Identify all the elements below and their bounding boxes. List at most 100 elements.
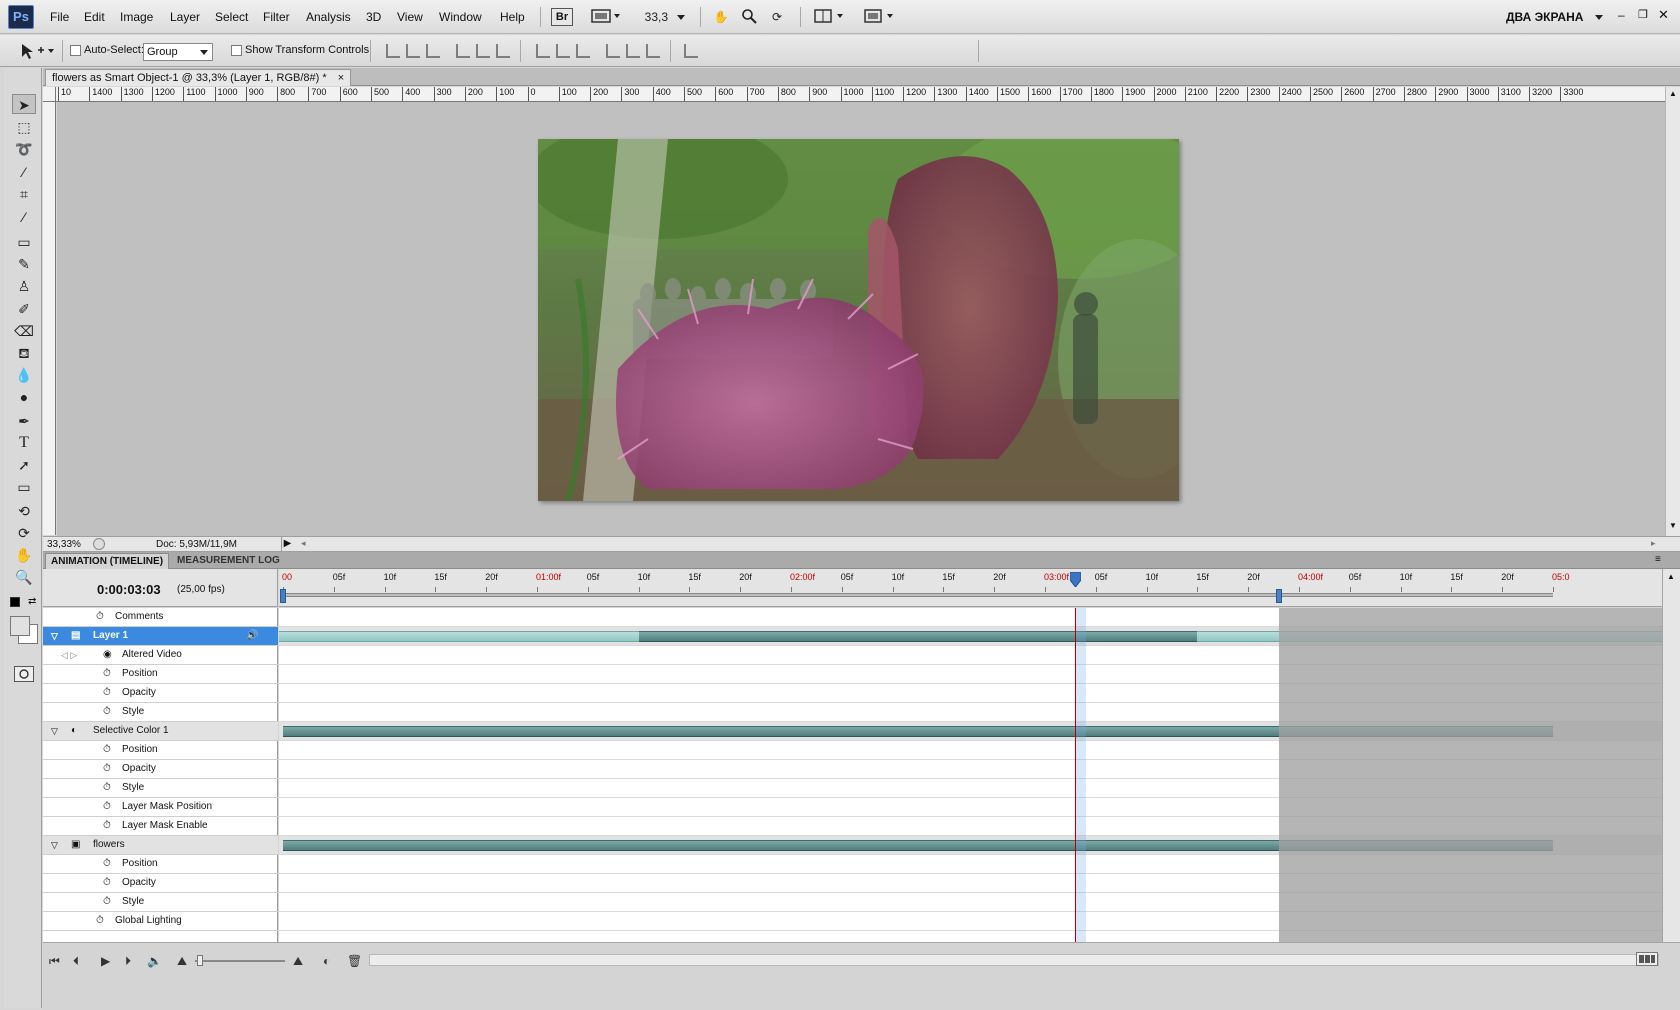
stopwatch-icon[interactable]: ⏱ bbox=[103, 798, 111, 816]
previous-frame-icon[interactable]: ⏴ bbox=[73, 954, 79, 969]
timeline-property-row[interactable]: ◁ ▷ ◉ Altered Video bbox=[43, 646, 278, 665]
dodge-tool[interactable]: ● bbox=[12, 387, 36, 407]
audio-toggle-icon[interactable]: 🔈 bbox=[147, 954, 162, 968]
pen-tool[interactable]: ✒ bbox=[12, 411, 36, 431]
stopwatch-icon[interactable]: ⏱ bbox=[103, 817, 111, 835]
timeline-property-row[interactable]: ⏱ Style bbox=[43, 703, 278, 722]
tab-measurement-log[interactable]: MEASUREMENT LOG bbox=[172, 553, 285, 569]
document-tab[interactable]: flowers as Smart Object-1 @ 33,3% (Layer… bbox=[45, 69, 352, 86]
vertical-ruler[interactable] bbox=[43, 102, 56, 535]
timeline-layer-row[interactable]: ▽ ◐ Selective Color 1 bbox=[43, 722, 278, 741]
zoom-level-dropdown[interactable]: 33,3 bbox=[640, 7, 690, 27]
next-frame-icon[interactable]: ⏵ bbox=[125, 954, 131, 969]
lasso-tool[interactable]: ➰ bbox=[12, 139, 36, 159]
distribute-bottom-icon[interactable] bbox=[576, 44, 590, 58]
stopwatch-icon[interactable]: ⏱ bbox=[103, 874, 111, 892]
path-select-tool[interactable]: ➚ bbox=[12, 455, 36, 475]
distribute-left-icon[interactable] bbox=[606, 44, 620, 58]
canvas-vertical-scrollbar[interactable]: ▲ ▼ bbox=[1665, 87, 1680, 536]
timeline-zoom-slider[interactable] bbox=[195, 960, 285, 962]
menu-image[interactable]: Image bbox=[120, 10, 153, 24]
paint-bucket-tool[interactable]: ⛾ bbox=[12, 343, 36, 363]
timeline-vertical-scrollbar[interactable]: ▲ bbox=[1662, 569, 1680, 942]
menu-layer[interactable]: Layer bbox=[170, 10, 200, 24]
go-to-first-frame-icon[interactable]: ⏮ bbox=[49, 954, 60, 969]
convert-to-frame-animation-button[interactable] bbox=[1636, 952, 1658, 966]
auto-select-dropdown[interactable]: Group bbox=[143, 43, 213, 61]
menu-help[interactable]: Help bbox=[500, 10, 525, 24]
stopwatch-icon[interactable]: ⏱ bbox=[96, 608, 104, 626]
zoom-preview-icon[interactable] bbox=[93, 538, 105, 550]
zoom-status-field[interactable]: 33,33% bbox=[47, 539, 81, 550]
quick-select-tool[interactable]: ⁄ bbox=[12, 162, 36, 182]
hand-tool-button[interactable]: ✋ bbox=[710, 7, 732, 27]
screen-mode-button[interactable] bbox=[860, 7, 900, 27]
minimize-button[interactable]: – bbox=[1618, 8, 1625, 22]
menu-3d[interactable]: 3D bbox=[366, 10, 381, 24]
menu-select[interactable]: Select bbox=[215, 10, 248, 24]
stopwatch-icon[interactable]: ⏱ bbox=[96, 912, 104, 930]
timeline-property-row[interactable]: ⏱ Position bbox=[43, 855, 278, 874]
timeline-property-row[interactable]: ⏱ Opacity bbox=[43, 684, 278, 703]
timeline-property-row[interactable]: ⏱ Style bbox=[43, 779, 278, 798]
current-time-indicator[interactable] bbox=[1069, 571, 1082, 588]
layer-duration-bar[interactable] bbox=[638, 631, 1198, 642]
rotate-view-button[interactable]: ⟳ bbox=[766, 7, 788, 27]
stopwatch-icon[interactable]: ⏱ bbox=[103, 893, 111, 911]
scroll-up-icon[interactable]: ▲ bbox=[1669, 89, 1677, 98]
timeline-property-row[interactable]: ⏱ Opacity bbox=[43, 874, 278, 893]
stopwatch-icon[interactable]: ⏱ bbox=[103, 665, 111, 683]
current-timecode[interactable]: 0:00:03:03 bbox=[97, 582, 161, 597]
scroll-down-icon[interactable]: ▼ bbox=[1669, 521, 1677, 530]
eye-icon[interactable]: ◉ bbox=[103, 646, 112, 664]
time-ruler[interactable]: 00 05f 10f 15f 20f 01:00f 05f 10f 15f 20f 02:00f 05… bbox=[279, 569, 1662, 607]
align-hcenter-icon[interactable] bbox=[476, 44, 490, 58]
disclosure-triangle-icon[interactable]: ▽ bbox=[51, 722, 58, 740]
distribute-vcenter-icon[interactable] bbox=[556, 44, 570, 58]
play-icon[interactable]: ▶ bbox=[101, 954, 110, 968]
timeline-property-row[interactable]: ⏱ Layer Mask Position bbox=[43, 798, 278, 817]
panel-menu-icon[interactable]: ≡ bbox=[1655, 554, 1661, 565]
distribute-hcenter-icon[interactable] bbox=[626, 44, 640, 58]
disclosure-triangle-icon[interactable]: ▽ bbox=[51, 627, 58, 645]
menu-view[interactable]: View bbox=[397, 10, 423, 24]
clone-stamp-tool[interactable]: ♙ bbox=[12, 276, 36, 296]
tab-animation-timeline[interactable]: ANIMATION (TIMELINE) bbox=[45, 553, 170, 569]
timeline-property-row[interactable]: ⏱ Opacity bbox=[43, 760, 278, 779]
menu-filter[interactable]: Filter bbox=[263, 10, 290, 24]
stopwatch-icon[interactable]: ⏱ bbox=[103, 684, 111, 702]
align-vcenter-icon[interactable] bbox=[406, 44, 420, 58]
default-colors-icon[interactable] bbox=[10, 597, 20, 607]
zoom-in-timeline-icon[interactable]: ⛰ bbox=[293, 954, 303, 969]
zoom-tool[interactable]: 🔍 bbox=[12, 567, 36, 587]
timeline-property-row[interactable]: ⏱ Comments bbox=[43, 608, 278, 627]
mini-bridge-button[interactable] bbox=[588, 7, 624, 27]
align-top-icon[interactable] bbox=[386, 44, 400, 58]
hand-tool[interactable]: ✋ bbox=[12, 545, 36, 565]
scroll-left-icon[interactable]: ◂ bbox=[301, 538, 306, 549]
canvas-area[interactable] bbox=[57, 102, 1665, 536]
history-brush-tool[interactable]: ✐ bbox=[12, 299, 36, 319]
3d-rotate-tool[interactable]: ⟲ bbox=[12, 501, 36, 521]
timeline-property-row[interactable]: ⏱ Style bbox=[43, 893, 278, 912]
timeline-zoom-thumb[interactable] bbox=[197, 955, 203, 966]
stopwatch-icon[interactable]: ⏱ bbox=[103, 855, 111, 873]
scroll-up-icon[interactable]: ▲ bbox=[1667, 572, 1675, 581]
stopwatch-icon[interactable]: ⏱ bbox=[103, 741, 111, 759]
menu-edit[interactable]: Edit bbox=[84, 10, 105, 24]
zoom-tool-button[interactable] bbox=[738, 7, 760, 27]
tool-preset-picker[interactable] bbox=[18, 41, 56, 61]
keyframe-navigator-icon[interactable]: ◁ ▷ bbox=[61, 646, 77, 664]
close-window-button[interactable]: ✕ bbox=[1658, 7, 1669, 23]
stopwatch-icon[interactable]: ⏱ bbox=[103, 703, 111, 721]
work-area-start-handle[interactable] bbox=[280, 589, 286, 603]
status-menu-arrow-icon[interactable]: ▶ bbox=[281, 537, 293, 551]
timeline-property-row[interactable]: ⏱ Global Lighting bbox=[43, 912, 278, 931]
eraser-tool[interactable]: ⌫ bbox=[12, 321, 36, 341]
scroll-right-icon[interactable]: ▸ bbox=[1651, 538, 1656, 549]
timeline-layer-row[interactable]: ▽ ▣ flowers bbox=[43, 836, 278, 855]
healing-brush-tool[interactable]: ▭ bbox=[12, 232, 36, 252]
distribute-top-icon[interactable] bbox=[536, 44, 550, 58]
foreground-color-swatch[interactable] bbox=[10, 616, 30, 636]
workspace-switcher[interactable]: ДВА ЭКРАНА bbox=[1506, 10, 1603, 24]
